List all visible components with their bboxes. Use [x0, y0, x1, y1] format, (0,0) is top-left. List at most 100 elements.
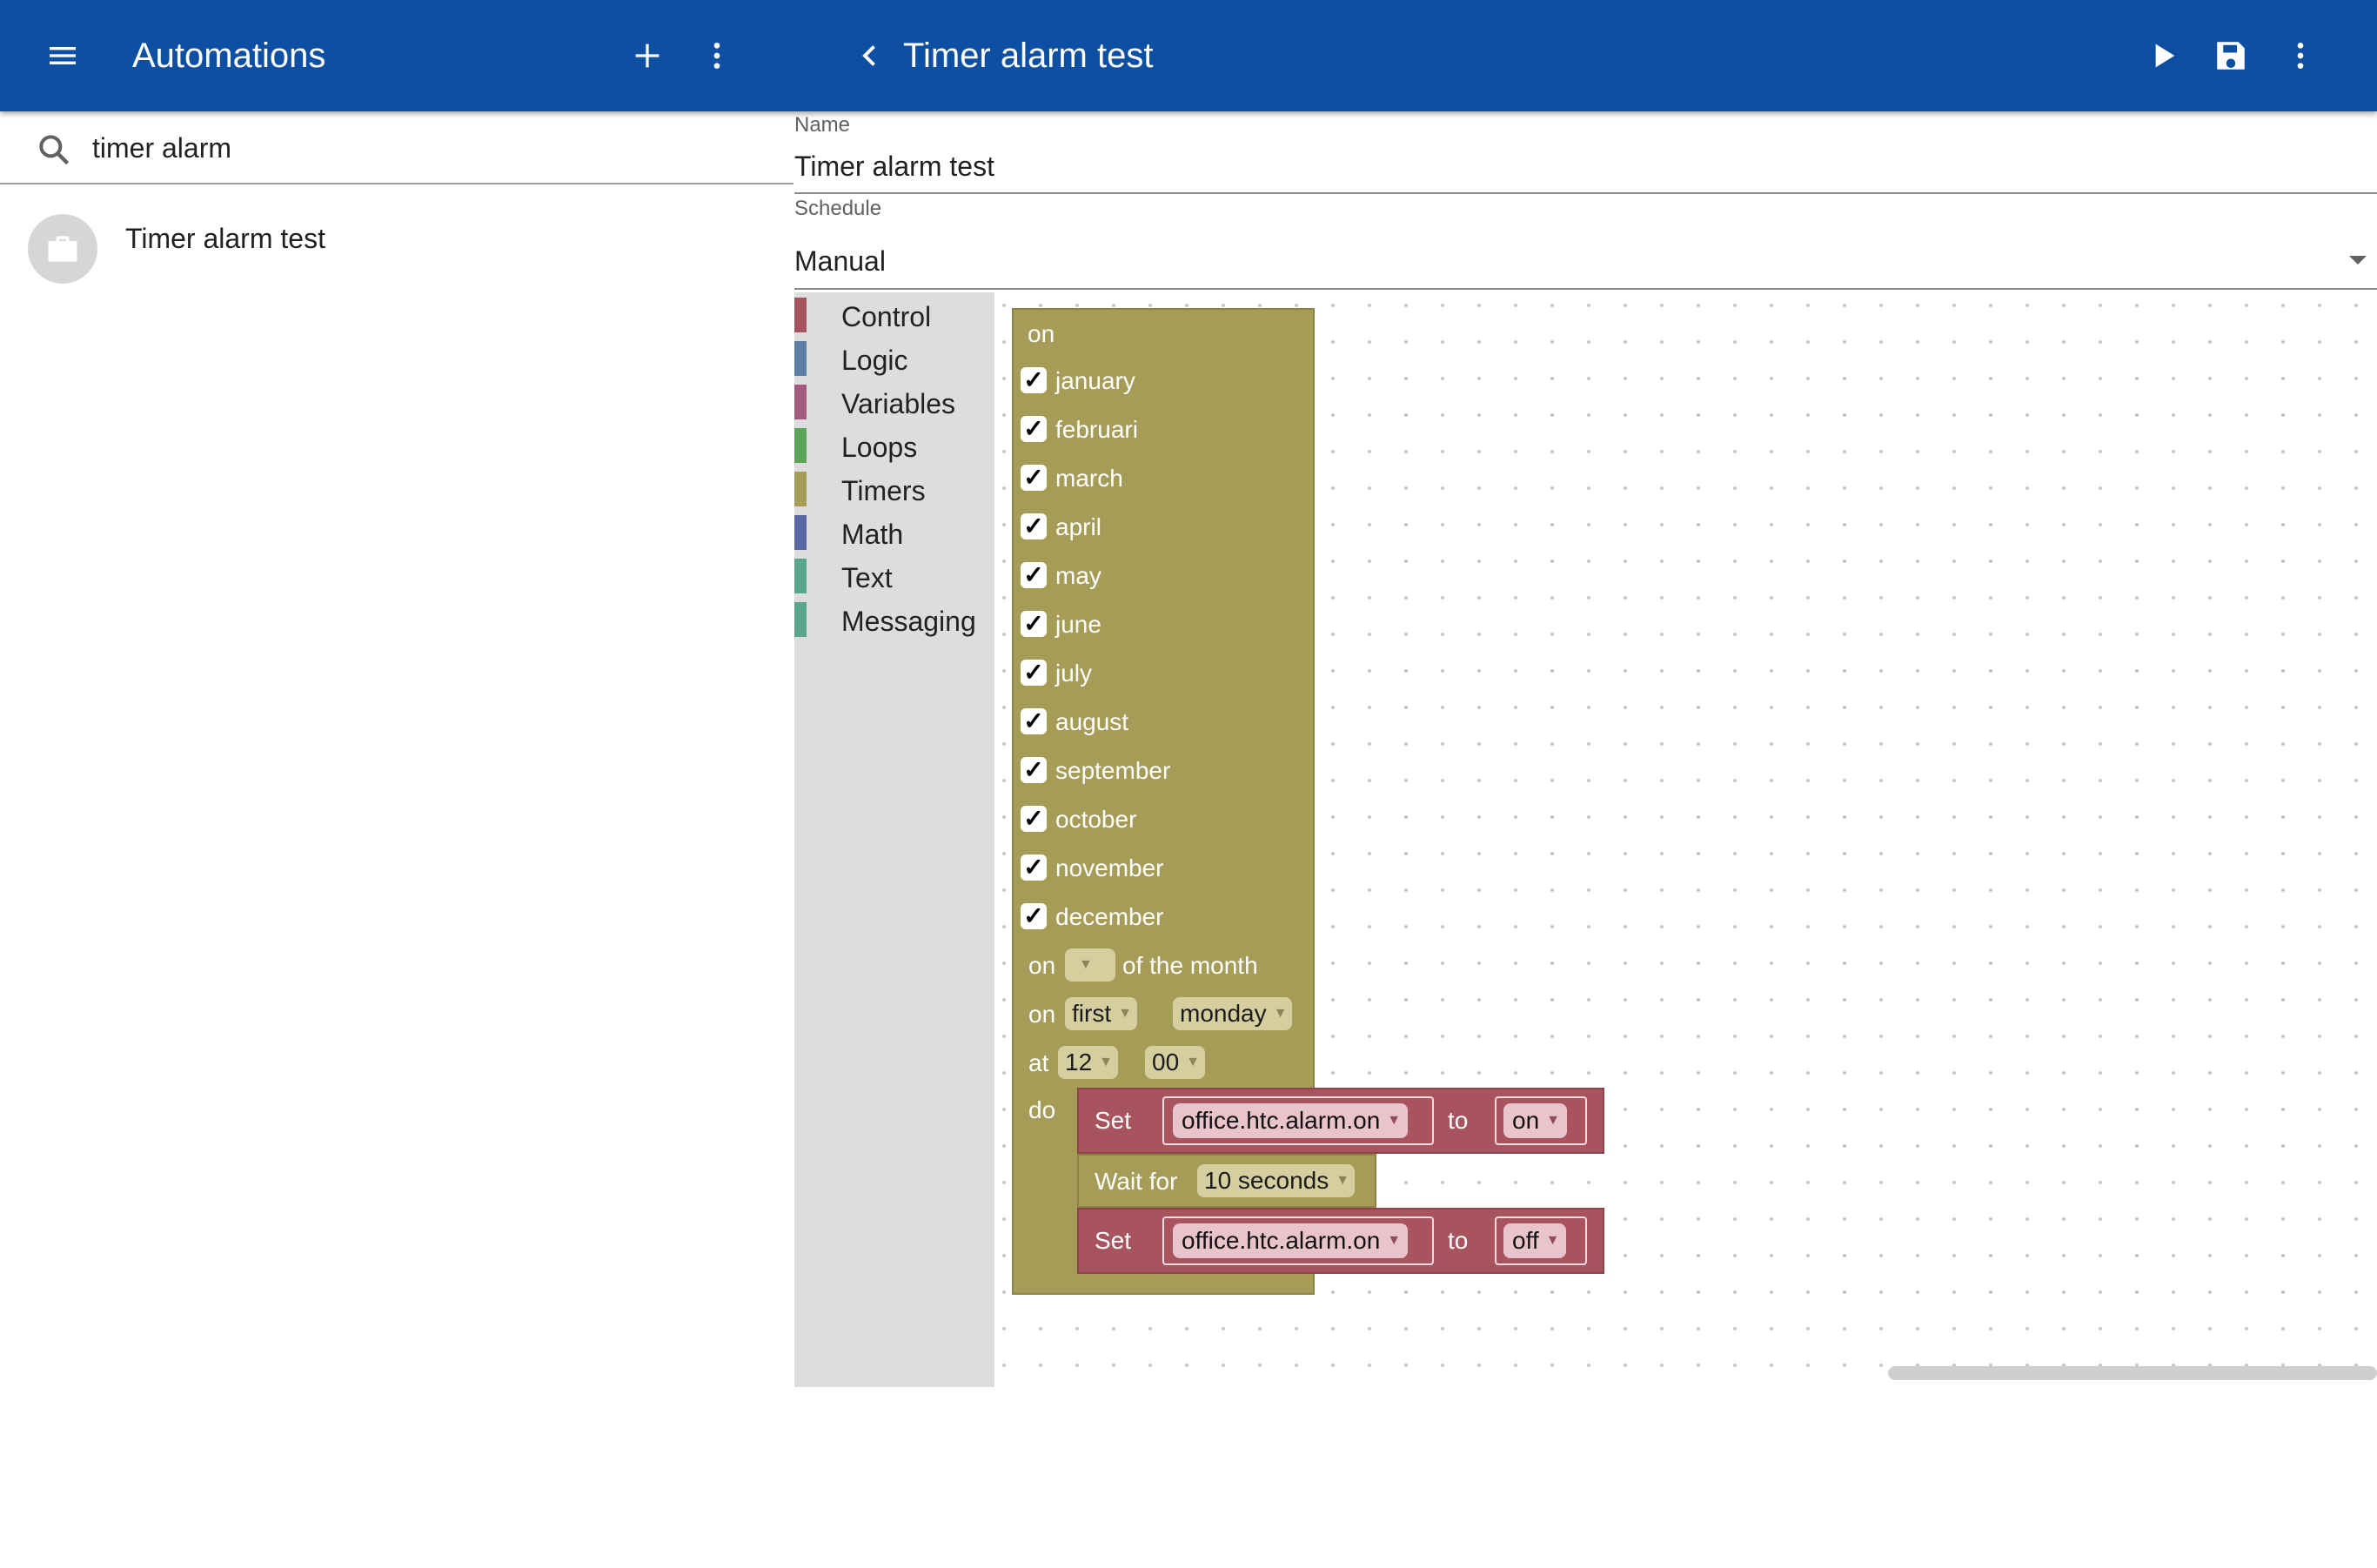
dropdown-arrow-icon: ▼: [1273, 1006, 1288, 1021]
month-row: ✓ november: [1012, 851, 1308, 889]
schedule-select[interactable]: Manual: [794, 233, 2377, 289]
month-label: februari: [1055, 416, 1138, 443]
category-label: Variables: [841, 388, 956, 419]
month-label: june: [1055, 611, 1101, 638]
more-vert-icon: [2297, 43, 2304, 69]
at-label: at: [1028, 1049, 1049, 1076]
month-label: march: [1055, 465, 1123, 492]
workspace-horizontal-scrollbar[interactable]: [1888, 1366, 2377, 1380]
month-label: october: [1055, 806, 1137, 833]
to-label: to: [1448, 1227, 1469, 1254]
month-checkbox[interactable]: ✓: [1021, 513, 1047, 539]
set-variable-block[interactable]: Set office.htc.alarm.on ▼ to on ▼: [1077, 1088, 1604, 1154]
timer-on-label: on: [1028, 320, 1055, 347]
wait-block[interactable]: Wait for 10 seconds ▼: [1077, 1154, 1376, 1208]
toolbox-category-variables[interactable]: Variables: [794, 379, 994, 419]
check-mark: ✓: [1023, 707, 1044, 734]
month-checkbox[interactable]: ✓: [1021, 806, 1047, 832]
month-row: ✓ july: [1012, 656, 1308, 694]
more-vert-icon: [713, 43, 720, 69]
category-color: [794, 428, 807, 463]
month-checkbox[interactable]: ✓: [1021, 611, 1047, 637]
set-variable-block[interactable]: Set office.htc.alarm.on ▼ to off ▼: [1077, 1208, 1604, 1274]
category-color: [794, 385, 807, 419]
variable-dropdown[interactable]: office.htc.alarm.on ▼: [1173, 1103, 1409, 1138]
month-checkbox[interactable]: ✓: [1021, 854, 1047, 881]
check-mark: ✓: [1023, 415, 1044, 442]
month-checkbox[interactable]: ✓: [1021, 465, 1047, 491]
weekday-ordinal-dropdown[interactable]: first ▼: [1065, 997, 1137, 1030]
toolbox-category-text[interactable]: Text: [794, 553, 994, 593]
list-more-button[interactable]: [693, 31, 741, 80]
month-checkbox[interactable]: ✓: [1021, 757, 1047, 783]
plus-icon: [635, 44, 660, 68]
check-mark: ✓: [1023, 756, 1044, 783]
weekday-value: monday: [1180, 1000, 1267, 1027]
month-checkbox[interactable]: ✓: [1021, 416, 1047, 442]
toolbox-category-loops[interactable]: Loops: [794, 423, 994, 463]
weekday-prefix: on: [1028, 1001, 1056, 1028]
editor-title: Timer alarm test: [903, 37, 1154, 75]
month-checkbox[interactable]: ✓: [1021, 708, 1047, 734]
value-dropdown[interactable]: off ▼: [1503, 1223, 1567, 1258]
category-label: Control: [841, 301, 932, 332]
month-checkbox[interactable]: ✓: [1021, 562, 1047, 588]
category-label: Timers: [841, 475, 926, 506]
dropdown-arrow-icon: ▼: [1387, 1233, 1402, 1248]
month-row: ✓ january: [1012, 364, 1308, 402]
category-color: [794, 515, 807, 550]
month-checkbox[interactable]: ✓: [1021, 660, 1047, 686]
check-mark: ✓: [1023, 902, 1044, 929]
weekday-ordinal-value: first: [1072, 1000, 1112, 1027]
toolbox-category-logic[interactable]: Logic: [794, 336, 994, 376]
variable-value: office.htc.alarm.on: [1182, 1107, 1381, 1134]
value-dropdown[interactable]: on ▼: [1503, 1103, 1567, 1138]
toolbox-category-timers[interactable]: Timers: [794, 466, 994, 506]
category-color: [794, 602, 807, 637]
run-button[interactable]: [2139, 31, 2187, 80]
wait-duration-dropdown[interactable]: 10 seconds ▼: [1197, 1164, 1356, 1197]
automation-name: Timer alarm test: [125, 223, 325, 254]
menu-icon[interactable]: [38, 31, 87, 80]
category-label: Text: [841, 562, 893, 593]
name-field[interactable]: Timer alarm test: [794, 151, 994, 183]
dropdown-arrow-icon: ▼: [1545, 1233, 1560, 1248]
avatar: [28, 214, 97, 284]
back-button[interactable]: [849, 35, 891, 77]
check-mark: ✓: [1023, 561, 1044, 588]
set-label: Set: [1095, 1227, 1132, 1254]
do-label: do: [1028, 1096, 1056, 1123]
category-label: Math: [841, 519, 904, 550]
minute-dropdown[interactable]: 00 ▼: [1145, 1046, 1205, 1079]
app-bar: Automations Timer alarm test: [0, 0, 2377, 111]
weekday-dropdown[interactable]: monday ▼: [1173, 997, 1293, 1030]
search-input[interactable]: [90, 127, 773, 169]
variable-dropdown[interactable]: office.htc.alarm.on ▼: [1173, 1223, 1409, 1258]
wait-duration-value: 10 seconds: [1204, 1167, 1329, 1194]
play-icon: [2155, 44, 2175, 68]
category-label: Messaging: [841, 606, 976, 637]
hour-dropdown[interactable]: 12 ▼: [1058, 1046, 1118, 1079]
toolbox-category-control[interactable]: Control: [794, 292, 994, 332]
check-mark: ✓: [1023, 854, 1044, 881]
add-automation-button[interactable]: [623, 31, 672, 80]
check-mark: ✓: [1023, 366, 1044, 393]
dropdown-arrow-icon: ▼: [1079, 957, 1093, 972]
toolbox-category-math[interactable]: Math: [794, 510, 994, 550]
day-of-month-dropdown[interactable]: ▼: [1065, 948, 1115, 982]
editor-more-button[interactable]: [2276, 31, 2325, 80]
month-row: ✓ october: [1012, 802, 1308, 841]
check-mark: ✓: [1023, 659, 1044, 686]
wait-label: Wait for: [1095, 1168, 1178, 1195]
automation-list-item[interactable]: Timer alarm test: [0, 202, 793, 292]
month-checkbox[interactable]: ✓: [1021, 367, 1047, 393]
toolbox-category-messaging[interactable]: Messaging: [794, 597, 994, 637]
month-row: ✓ may: [1012, 559, 1308, 597]
category-label: Logic: [841, 345, 908, 376]
month-checkbox[interactable]: ✓: [1021, 903, 1047, 929]
save-button[interactable]: [2206, 31, 2255, 80]
category-color: [794, 298, 807, 332]
month-label: july: [1055, 660, 1093, 687]
to-label: to: [1448, 1107, 1469, 1134]
blockly-toolbox: Control Logic Variables Loops Timers Mat…: [794, 292, 994, 1387]
